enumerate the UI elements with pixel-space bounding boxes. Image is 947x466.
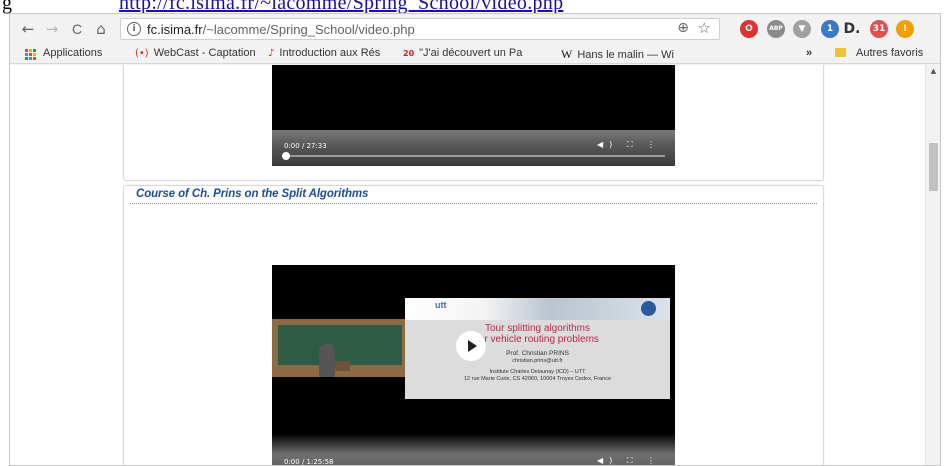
slide-email: christian.prins@utt.fr — [512, 358, 563, 364]
video-time-1: 0:00 / 27:33 — [284, 142, 327, 150]
title-divider — [130, 203, 817, 204]
other-bookmarks-folder[interactable]: Autres favoris — [835, 47, 939, 59]
alert-icon[interactable]: ! — [896, 20, 914, 38]
d-icon[interactable]: D. — [843, 20, 861, 38]
volume-icon[interactable]: ◀) — [597, 456, 618, 465]
info-icon[interactable]: i — [127, 22, 141, 36]
video-controls-2: 0:00 / 1:25:58 ◀) ⛶ ⋮ — [272, 434, 675, 466]
bookmark-star-icon[interactable]: ☆ — [698, 19, 711, 37]
fullscreen-icon[interactable]: ⛶ — [627, 456, 639, 465]
doc-glyph: g — [2, 0, 12, 14]
folder-icon — [835, 48, 846, 57]
progress-knob-1[interactable] — [282, 152, 290, 160]
bookmark-introduction[interactable]: ♪ Introduction aux Rés — [268, 47, 396, 59]
url-text[interactable]: fc.isima.fr/~lacomme/Spring_School/video… — [147, 22, 415, 37]
scrollbar-thumb[interactable] — [929, 143, 938, 191]
chalkboard — [278, 325, 402, 365]
slide-author: Prof. Christian PRINS — [506, 350, 569, 357]
bookmark-applications[interactable]: Applications — [43, 47, 128, 59]
video-panel-top: 0:00 / 27:33 ◀) ⛶ ⋮ — [123, 65, 824, 181]
play-button[interactable] — [456, 331, 486, 361]
video-panel-split: Course of Ch. Prins on the Split Algorit… — [123, 185, 824, 466]
speaker-figure — [319, 344, 335, 377]
twenty-minutes-icon: 20 — [403, 49, 415, 58]
page-content: 0:00 / 27:33 ◀) ⛶ ⋮ Course of Ch. Prins … — [10, 65, 940, 466]
bookmark-webcast[interactable]: (•) WebCast - Captation — [135, 47, 260, 59]
forward-button[interactable]: → — [42, 19, 62, 39]
bookmarks-overflow-button[interactable]: » — [806, 47, 812, 59]
apps-icon[interactable] — [25, 49, 36, 60]
volume-icon[interactable]: ◀) — [597, 140, 618, 149]
slide-frame: utt Tour splitting algorithms for vehicl… — [405, 298, 670, 399]
video-controls-1: 0:00 / 27:33 ◀) ⛶ ⋮ — [272, 130, 675, 166]
pocket-icon[interactable]: ▼ — [793, 20, 811, 38]
slide-title-1: Tour splitting algorithms — [484, 323, 591, 334]
address-bar[interactable]: i fc.isima.fr/~lacomme/Spring_School/vid… — [120, 18, 720, 40]
video-icons-1: ◀) ⛶ ⋮ — [597, 140, 661, 150]
opera-icon[interactable]: O — [740, 20, 758, 38]
slide-institute: Institute Charles Delaunay (ICD) – UTT — [489, 369, 586, 375]
section-title: Course of Ch. Prins on the Split Algorit… — [136, 188, 369, 200]
screenshot: g http://fc.isima.fr/~lacomme/Spring_Sch… — [0, 0, 947, 466]
slide-title-2: for vehicle routing problems — [476, 334, 599, 345]
wikipedia-icon: W — [561, 47, 573, 61]
bookmarks-bar: Applications (•) WebCast - Captation ♪ Int… — [10, 44, 940, 64]
calendar-icon[interactable]: 31 — [870, 20, 888, 38]
bookmark-hans-le-malin[interactable]: W Hans le malin — Wi — [561, 47, 721, 62]
slide-logo-icon — [641, 301, 656, 316]
slide-address: 12 rue Marie Curie, CS 42060, 10004 Troy… — [463, 376, 612, 382]
doc-link[interactable]: http://fc.isima.fr/~lacomme/Spring_Schoo… — [119, 0, 563, 14]
video-player-2[interactable]: utt Tour splitting algorithms for vehicl… — [272, 265, 675, 466]
video-icons-2: ◀) ⛶ ⋮ — [597, 456, 661, 465]
browser-toolbar: ← → C ⌂ i fc.isima.fr/~lacomme/Spring_Sc… — [10, 14, 940, 44]
back-button[interactable]: ← — [18, 19, 38, 39]
lecture-frame — [272, 319, 405, 377]
menu-icon[interactable]: ⋮ — [647, 140, 661, 149]
menu-icon[interactable]: ⋮ — [647, 456, 661, 465]
browser-window: ← → C ⌂ i fc.isima.fr/~lacomme/Spring_Sc… — [9, 13, 941, 466]
home-button[interactable]: ⌂ — [91, 19, 111, 39]
reload-button[interactable]: C — [67, 19, 87, 39]
broadcast-icon: (•) — [135, 48, 149, 59]
bookmark-jai-decouvert[interactable]: 20 "J'ai découvert un Pa — [403, 47, 553, 59]
video-player-1[interactable]: 0:00 / 27:33 ◀) ⛶ ⋮ — [272, 65, 675, 166]
progress-track-1[interactable] — [282, 152, 665, 160]
zoom-icon[interactable]: ⊕ — [677, 20, 689, 36]
fullscreen-icon[interactable]: ⛶ — [627, 140, 639, 149]
document-line: g http://fc.isima.fr/~lacomme/Spring_Sch… — [0, 0, 947, 14]
music-icon: ♪ — [268, 48, 275, 59]
abp-icon[interactable]: ABP — [767, 20, 785, 38]
scroll-up-arrow-icon[interactable]: ▲ — [926, 67, 940, 75]
page-scrollbar[interactable]: ▲ — [925, 65, 940, 465]
video-time-2: 0:00 / 1:25:58 — [284, 458, 334, 466]
puzzle-badge-icon[interactable]: 1 — [821, 20, 839, 38]
slide-brand: utt — [435, 300, 447, 310]
